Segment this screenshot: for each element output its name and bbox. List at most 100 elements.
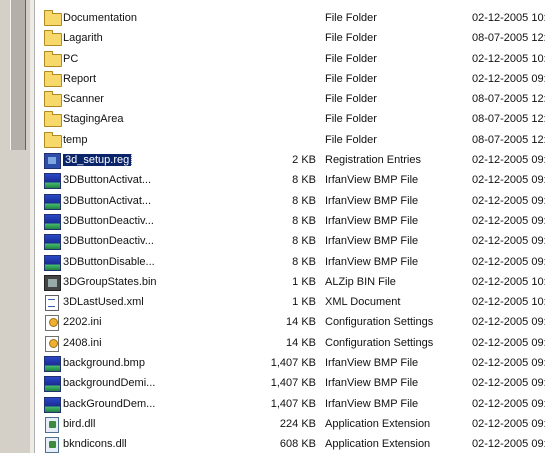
file-modified-date: 02-12-2005 09:50	[472, 417, 545, 430]
file-row[interactable]: 3DButtonDeactiv... 8 KB IrfanView BMP File…	[40, 212, 545, 232]
file-modified-date: 02-12-2005 09:50	[472, 174, 545, 187]
file-type: IrfanView BMP File	[325, 397, 419, 410]
file-modified-date: 08-07-2005 12:47	[472, 133, 545, 146]
file-name: 2408.ini	[63, 337, 193, 349]
file-type: IrfanView BMP File	[325, 194, 419, 207]
file-modified-date: 02-12-2005 09:50	[472, 357, 545, 370]
file-row[interactable]: 3DGroupStates.bin 1 KB ALZip BIN File 02-12…	[40, 273, 545, 293]
file-type: File Folder	[325, 32, 377, 45]
file-type: IrfanView BMP File	[325, 357, 419, 370]
pane-splitter[interactable]	[30, 0, 35, 453]
file-name: 3DButtonActivat...	[63, 195, 193, 207]
bmp-file-icon	[44, 233, 61, 251]
file-type: XML Document	[325, 296, 401, 309]
file-modified-date: 02-12-2005 10:11	[472, 52, 545, 65]
file-size: 8 KB	[292, 174, 316, 187]
file-modified-date: 02-12-2005 09:50	[472, 377, 545, 390]
file-name: 3DButtonDeactiv...	[63, 215, 193, 227]
file-row[interactable]: temp File Folder 08-07-2005 12:47	[40, 131, 545, 151]
file-type: File Folder	[325, 133, 377, 146]
file-row[interactable]: 3DButtonActivat... 8 KB IrfanView BMP File…	[40, 192, 545, 212]
file-name: 3DButtonDisable...	[63, 256, 193, 268]
file-row[interactable]: Lagarith File Folder 08-07-2005 12:47	[40, 29, 545, 49]
file-row[interactable]: background.bmp 1,407 KB IrfanView BMP File…	[40, 354, 545, 374]
file-row[interactable]: backgroundDemi... 1,407 KB IrfanView BMP F…	[40, 374, 545, 394]
file-row[interactable]: Report File Folder 02-12-2005 09:46	[40, 70, 545, 90]
file-modified-date: 02-12-2005 09:50	[472, 316, 545, 329]
file-name: Scanner	[63, 93, 193, 105]
bmp-file-icon	[44, 193, 61, 210]
file-row[interactable]: 2202.ini 14 KB Configuration Settings 02-12…	[40, 313, 545, 333]
file-size: 2 KB	[292, 154, 316, 167]
file-name: 3d_setup.reg	[63, 154, 193, 167]
file-size: 8 KB	[292, 235, 316, 248]
file-type: File Folder	[325, 12, 377, 24]
file-name: 3DButtonDeactiv...	[63, 235, 193, 247]
file-name-label: Report	[63, 72, 97, 85]
file-row[interactable]: Scanner File Folder 08-07-2005 12:47	[40, 90, 545, 110]
file-size: 1,407 KB	[270, 357, 316, 370]
file-name: temp	[63, 134, 193, 146]
file-modified-date: 08-07-2005 12:47	[472, 93, 545, 106]
file-modified-date: 02-12-2005 09:50	[472, 336, 545, 349]
file-name: Report	[63, 73, 193, 85]
config-file-icon	[44, 314, 61, 332]
file-name-label: 3DButtonDeactiv...	[63, 214, 154, 227]
file-name: 2202.ini	[63, 316, 193, 328]
file-size: 608 KB	[279, 438, 316, 451]
file-row[interactable]: PC File Folder 02-12-2005 10:11	[40, 50, 545, 70]
file-name-label: StagingArea	[63, 113, 124, 126]
file-modified-date: 02-12-2005 09:50	[472, 214, 545, 227]
file-size: 8 KB	[292, 214, 316, 227]
file-size: 1 KB	[292, 296, 316, 309]
bmp-file-icon	[44, 172, 61, 190]
file-size: 8 KB	[292, 194, 316, 207]
file-type: Application Extension	[325, 417, 431, 430]
file-name-label: 3DLastUsed.xml	[63, 296, 144, 309]
vertical-scrollbar[interactable]	[0, 0, 31, 453]
file-name: PC	[63, 53, 193, 65]
dll-file-icon	[44, 436, 61, 453]
scrollbar-thumb[interactable]	[10, 0, 26, 150]
file-list-window: Documentation File Folder 02-12-2005 10:16…	[0, 0, 545, 453]
file-modified-date: 02-12-2005 09:46	[472, 72, 545, 85]
folder-icon	[44, 131, 62, 148]
file-row[interactable]: 3DButtonDisable... 8 KB IrfanView BMP File…	[40, 253, 545, 273]
dll-file-icon	[44, 416, 61, 433]
file-size: 14 KB	[286, 336, 316, 349]
folder-icon	[44, 111, 62, 128]
file-name-label: backGroundDem...	[63, 397, 156, 410]
bmp-file-icon	[44, 375, 61, 393]
file-row[interactable]: bird.dll 224 KB Application Extension 02-12…	[40, 415, 545, 435]
file-type: Registration Entries	[325, 154, 421, 167]
file-modified-date: 02-12-2005 09:50	[472, 154, 545, 167]
file-row[interactable]: Documentation File Folder 02-12-2005 10:16	[40, 9, 545, 29]
file-row[interactable]: 2408.ini 14 KB Configuration Settings 02-12…	[40, 334, 545, 354]
file-row[interactable]: bkndicons.dll 608 KB Application Extension…	[40, 435, 545, 453]
file-row[interactable]: 3DButtonDeactiv... 8 KB IrfanView BMP File…	[40, 232, 545, 252]
file-name: bird.dll	[63, 418, 193, 430]
folder-icon	[44, 70, 62, 87]
file-name-label: 3d_setup.reg	[63, 154, 133, 167]
file-size: 224 KB	[279, 417, 316, 430]
file-row[interactable]: StagingArea File Folder 08-07-2005 12:46	[40, 110, 545, 130]
bmp-file-icon	[44, 396, 61, 413]
file-size: 1,407 KB	[270, 377, 316, 390]
file-type: IrfanView BMP File	[325, 235, 419, 248]
file-type: File Folder	[325, 93, 377, 106]
file-row[interactable]: 3d_setup.reg 2 KB Registration Entries 02-1…	[40, 151, 545, 171]
bin-file-icon	[44, 274, 61, 291]
file-name-label: PC	[63, 52, 79, 65]
file-row[interactable]: 3DButtonActivat... 8 KB IrfanView BMP File…	[40, 171, 545, 191]
file-type: IrfanView BMP File	[325, 214, 419, 227]
file-name-label: Lagarith	[63, 32, 103, 45]
file-row[interactable]: backGroundDem... 1,407 KB IrfanView BMP Fi…	[40, 395, 545, 415]
file-row[interactable]: 3DLastUsed.xml 1 KB XML Document 02-12-2005…	[40, 293, 545, 313]
file-modified-date: 02-12-2005 09:30	[472, 397, 545, 410]
file-name-label: Scanner	[63, 93, 104, 106]
config-file-icon	[44, 335, 61, 352]
file-name: 3DLastUsed.xml	[63, 296, 193, 308]
file-name-label: temp	[63, 133, 88, 146]
bmp-file-icon	[44, 213, 61, 230]
file-modified-date: 02-12-2005 10:15	[472, 275, 545, 288]
